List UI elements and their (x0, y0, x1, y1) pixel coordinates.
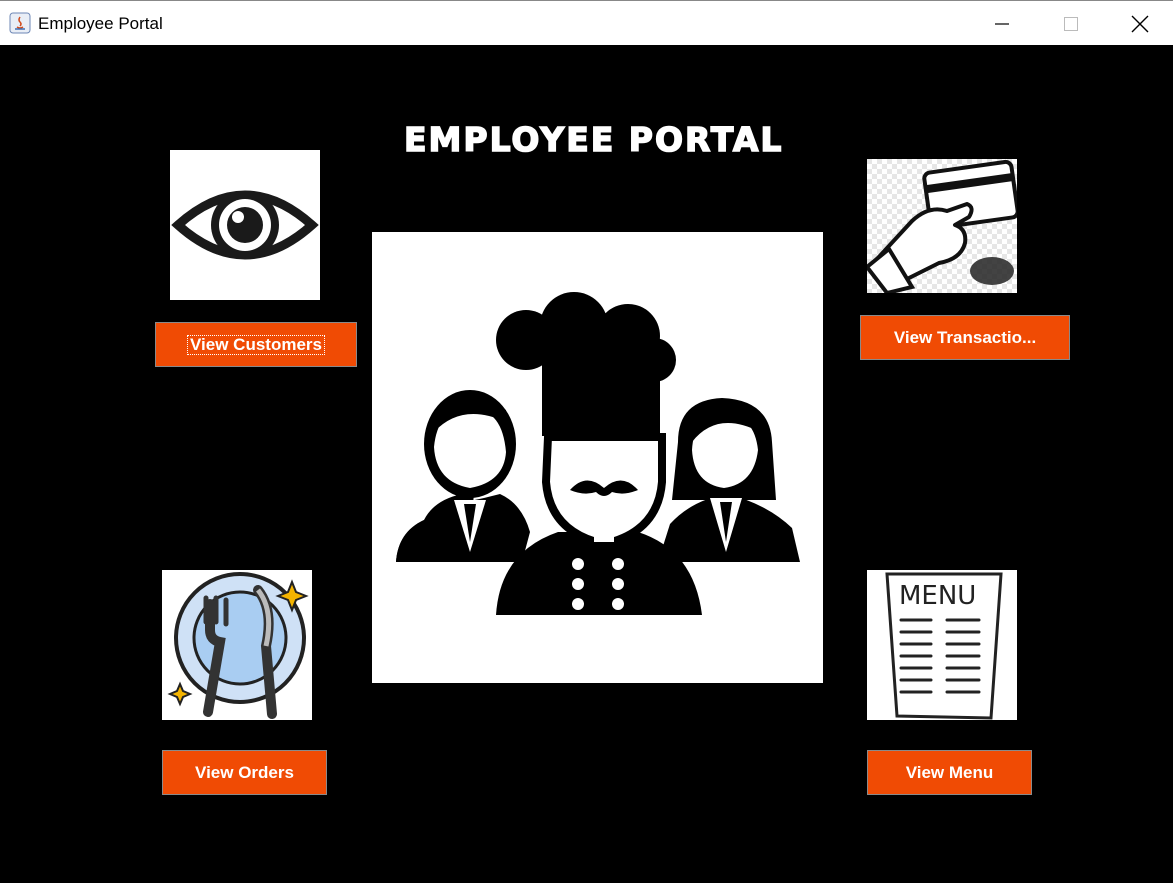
close-icon (1131, 15, 1149, 32)
maximize-icon (1064, 16, 1078, 31)
transactions-image (867, 159, 1017, 293)
view-orders-button[interactable]: View Orders (162, 750, 327, 795)
page-title: EMPLOYEE PORTAL (403, 119, 784, 160)
card-in-hand-icon (867, 159, 1017, 293)
plate-cutlery-icon (167, 572, 309, 719)
window-title-bar: Employee Portal (0, 0, 1173, 45)
eye-icon (171, 190, 319, 260)
view-menu-button[interactable]: View Menu (867, 750, 1032, 795)
menu-card-heading: MENU (899, 581, 976, 611)
orders-image (162, 570, 312, 720)
menu-image: MENU (867, 570, 1017, 720)
view-customers-label: View Customers (187, 334, 325, 355)
customers-image (170, 150, 320, 300)
view-transactions-button[interactable]: View Transactio... (860, 315, 1070, 360)
chef-team-icon (396, 292, 800, 615)
java-app-icon (9, 12, 31, 34)
portal-panel: EMPLOYEE PORTAL View Customers View Tran… (0, 45, 1173, 883)
menu-card-icon: MENU (885, 572, 1003, 720)
view-transactions-label: View Transactio... (893, 327, 1037, 347)
view-orders-label: View Orders (195, 762, 294, 782)
window-title: Employee Portal (38, 14, 163, 33)
minimize-icon (995, 22, 1009, 25)
maximize-button[interactable] (1036, 1, 1106, 46)
view-customers-button[interactable]: View Customers (155, 322, 357, 367)
view-menu-label: View Menu (905, 762, 994, 782)
staff-group-image (372, 232, 823, 683)
close-button[interactable] (1105, 1, 1173, 46)
minimize-button[interactable] (967, 1, 1037, 46)
